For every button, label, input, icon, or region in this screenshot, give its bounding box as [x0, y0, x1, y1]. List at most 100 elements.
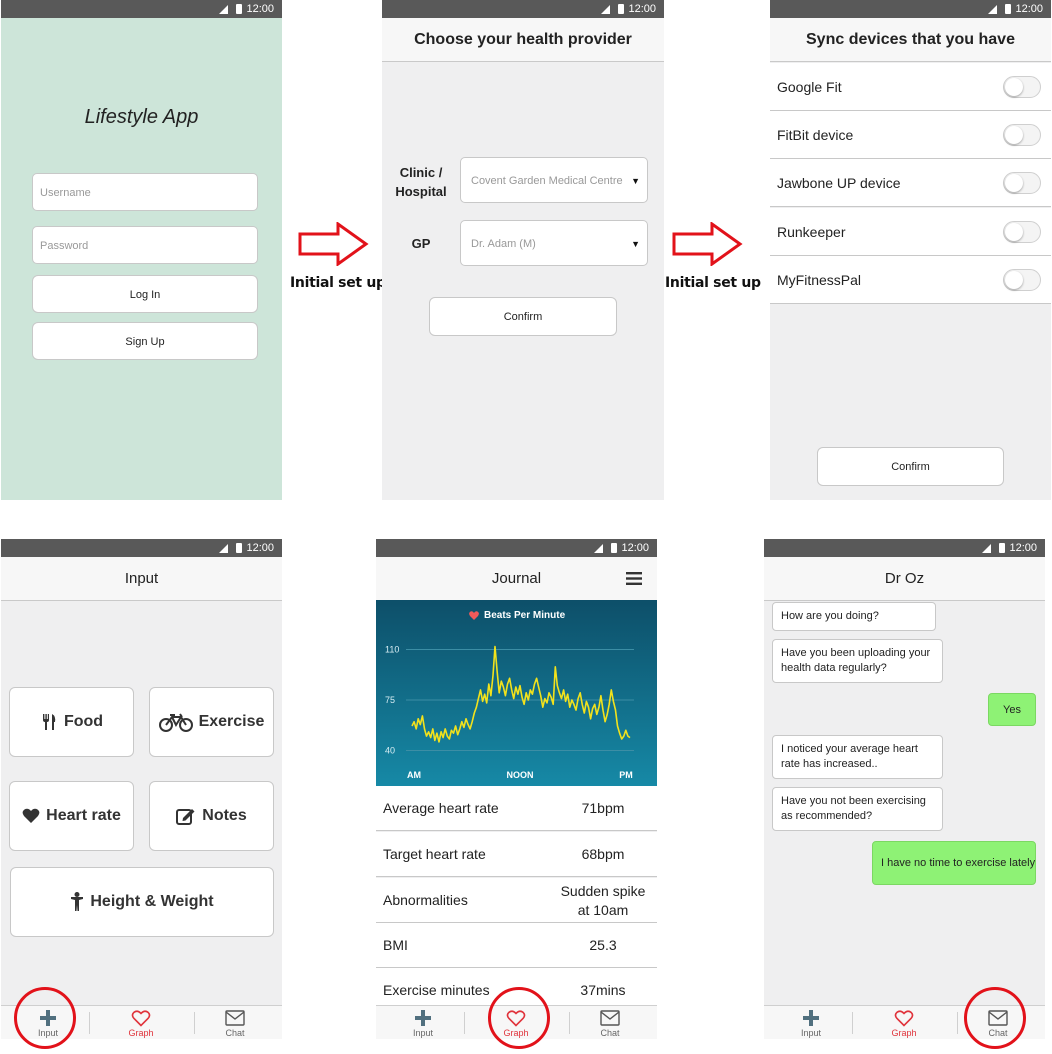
stat-value: 71bpm	[581, 800, 625, 816]
food-label: Food	[63, 713, 104, 730]
highlight-circle	[488, 987, 550, 1049]
nav-divider	[957, 1012, 958, 1034]
battery-icon	[611, 543, 617, 553]
confirm-button[interactable]: Confirm	[817, 447, 1004, 486]
device-row: MyFitnessPal	[770, 256, 1051, 304]
page-title: Dr Oz	[764, 557, 1045, 601]
nav-input[interactable]: Input	[781, 1006, 841, 1039]
chart-background	[376, 600, 657, 786]
stat-value: Sudden spike at 10am	[560, 882, 646, 918]
dropdown-arrow-icon: ▼	[631, 239, 640, 249]
dropdown-arrow-icon: ▼	[631, 176, 640, 186]
hamburger-icon[interactable]	[626, 572, 642, 585]
nav-input[interactable]: Input	[393, 1006, 453, 1039]
stat-label: Target heart rate	[383, 846, 486, 862]
nav-divider	[569, 1012, 570, 1034]
stat-row: Abnormalities Sudden spike at 10am	[376, 878, 657, 923]
password-input[interactable]: Password	[32, 226, 258, 264]
device-toggle[interactable]	[1003, 221, 1041, 243]
device-toggle[interactable]	[1003, 76, 1041, 98]
app-title: Lifestyle App	[84, 106, 199, 128]
nav-input-label: Input	[800, 1028, 822, 1038]
chart-title: Beats Per Minute	[484, 610, 566, 621]
signal-icon	[219, 5, 228, 14]
gp-select-value: Dr. Adam (M)	[471, 238, 536, 250]
gp-label: GP	[411, 236, 431, 251]
gp-select[interactable]: Dr. Adam (M) ▼	[460, 220, 648, 266]
status-time: 12:00	[246, 3, 274, 15]
device-name: MyFitnessPal	[777, 272, 862, 288]
status-bar: 12:00	[770, 0, 1051, 18]
highlight-circle	[964, 987, 1026, 1049]
stat-label: BMI	[383, 937, 408, 953]
battery-icon	[999, 543, 1005, 553]
status-time: 12:00	[1009, 542, 1037, 554]
height-weight-tile[interactable]: Height & Weight	[10, 867, 274, 937]
signup-button[interactable]: Sign Up	[32, 322, 258, 360]
y-tick-label: 75	[385, 695, 395, 705]
status-bar: 12:00	[376, 539, 657, 557]
battery-icon	[618, 4, 624, 14]
status-time: 12:00	[246, 542, 274, 554]
nav-divider	[89, 1012, 90, 1034]
journal-screen: 12:00 Journal Beats Per Minute 40 75 110 AM N…	[376, 539, 657, 1039]
device-toggle[interactable]	[1003, 269, 1041, 291]
device-row: Google Fit	[770, 63, 1051, 111]
device-row: Runkeeper	[770, 208, 1051, 256]
heart-rate-tile[interactable]: Heart rate	[9, 781, 134, 851]
username-input[interactable]: Username	[32, 173, 258, 211]
chat-message-user: Yes	[988, 693, 1036, 726]
chat-message-doctor: Have you been uploading your health data…	[772, 639, 943, 683]
status-bar: 12:00	[764, 539, 1045, 557]
nav-graph[interactable]: Graph	[874, 1006, 934, 1039]
nav-chat[interactable]: Chat	[580, 1006, 640, 1039]
nav-graph[interactable]: Graph	[111, 1006, 171, 1039]
stat-label: Average heart rate	[383, 800, 499, 816]
status-time: 12:00	[1015, 3, 1043, 15]
nav-divider	[852, 1012, 853, 1034]
bicycle-icon	[158, 713, 193, 732]
provider-screen: 12:00 Choose your health provider Clinic…	[382, 0, 664, 500]
page-title: Sync devices that you have	[770, 18, 1051, 62]
toggle-knob	[1005, 78, 1023, 96]
device-toggle[interactable]	[1003, 124, 1041, 146]
exercise-label: Exercise	[198, 713, 265, 730]
flow-arrow-label-2: Initial set up	[665, 275, 761, 291]
status-time: 12:00	[621, 542, 649, 554]
exercise-tile[interactable]: Exercise	[149, 687, 274, 757]
signal-icon	[219, 544, 228, 553]
food-tile[interactable]: Food	[9, 687, 134, 757]
nav-graph-label: Graph	[128, 1028, 154, 1038]
chat-message-doctor: How are you doing?	[772, 602, 936, 631]
stat-row: BMI 25.3	[376, 923, 657, 968]
nav-chat[interactable]: Chat	[205, 1006, 265, 1039]
clinic-select[interactable]: Covent Garden Medical Centre ▼	[460, 157, 648, 203]
stat-value: 25.3	[589, 937, 617, 953]
heart-outline-icon	[131, 1010, 151, 1027]
envelope-icon	[225, 1010, 245, 1026]
plus-icon	[415, 1010, 431, 1026]
plus-icon	[803, 1010, 819, 1026]
signal-icon	[982, 544, 991, 553]
confirm-button[interactable]: Confirm	[429, 297, 617, 336]
flow-arrow-1	[298, 222, 369, 266]
chat-screen: 12:00 Dr Oz How are you doing? Have you …	[764, 539, 1045, 1039]
stat-value: 68bpm	[581, 846, 625, 862]
device-name: Google Fit	[777, 79, 842, 95]
height-weight-label: Height & Weight	[90, 893, 214, 910]
status-bar: 12:00	[382, 0, 664, 18]
nav-chat-label: Chat	[600, 1028, 620, 1038]
status-time: 12:00	[628, 3, 656, 15]
page-title: Choose your health provider	[382, 18, 664, 62]
flow-arrow-2	[672, 222, 743, 266]
notes-tile[interactable]: Notes	[149, 781, 274, 851]
journal-title: Journal	[491, 570, 542, 587]
stat-label: Abnormalities	[383, 892, 468, 908]
device-toggle[interactable]	[1003, 172, 1041, 194]
y-tick-label: 40	[385, 746, 395, 756]
status-bar: 12:00	[1, 539, 282, 557]
heart-rate-chart: Beats Per Minute 40 75 110 AM NOON PM	[376, 600, 657, 786]
toggle-knob	[1005, 271, 1023, 289]
toggle-knob	[1005, 174, 1023, 192]
login-button[interactable]: Log In	[32, 275, 258, 313]
